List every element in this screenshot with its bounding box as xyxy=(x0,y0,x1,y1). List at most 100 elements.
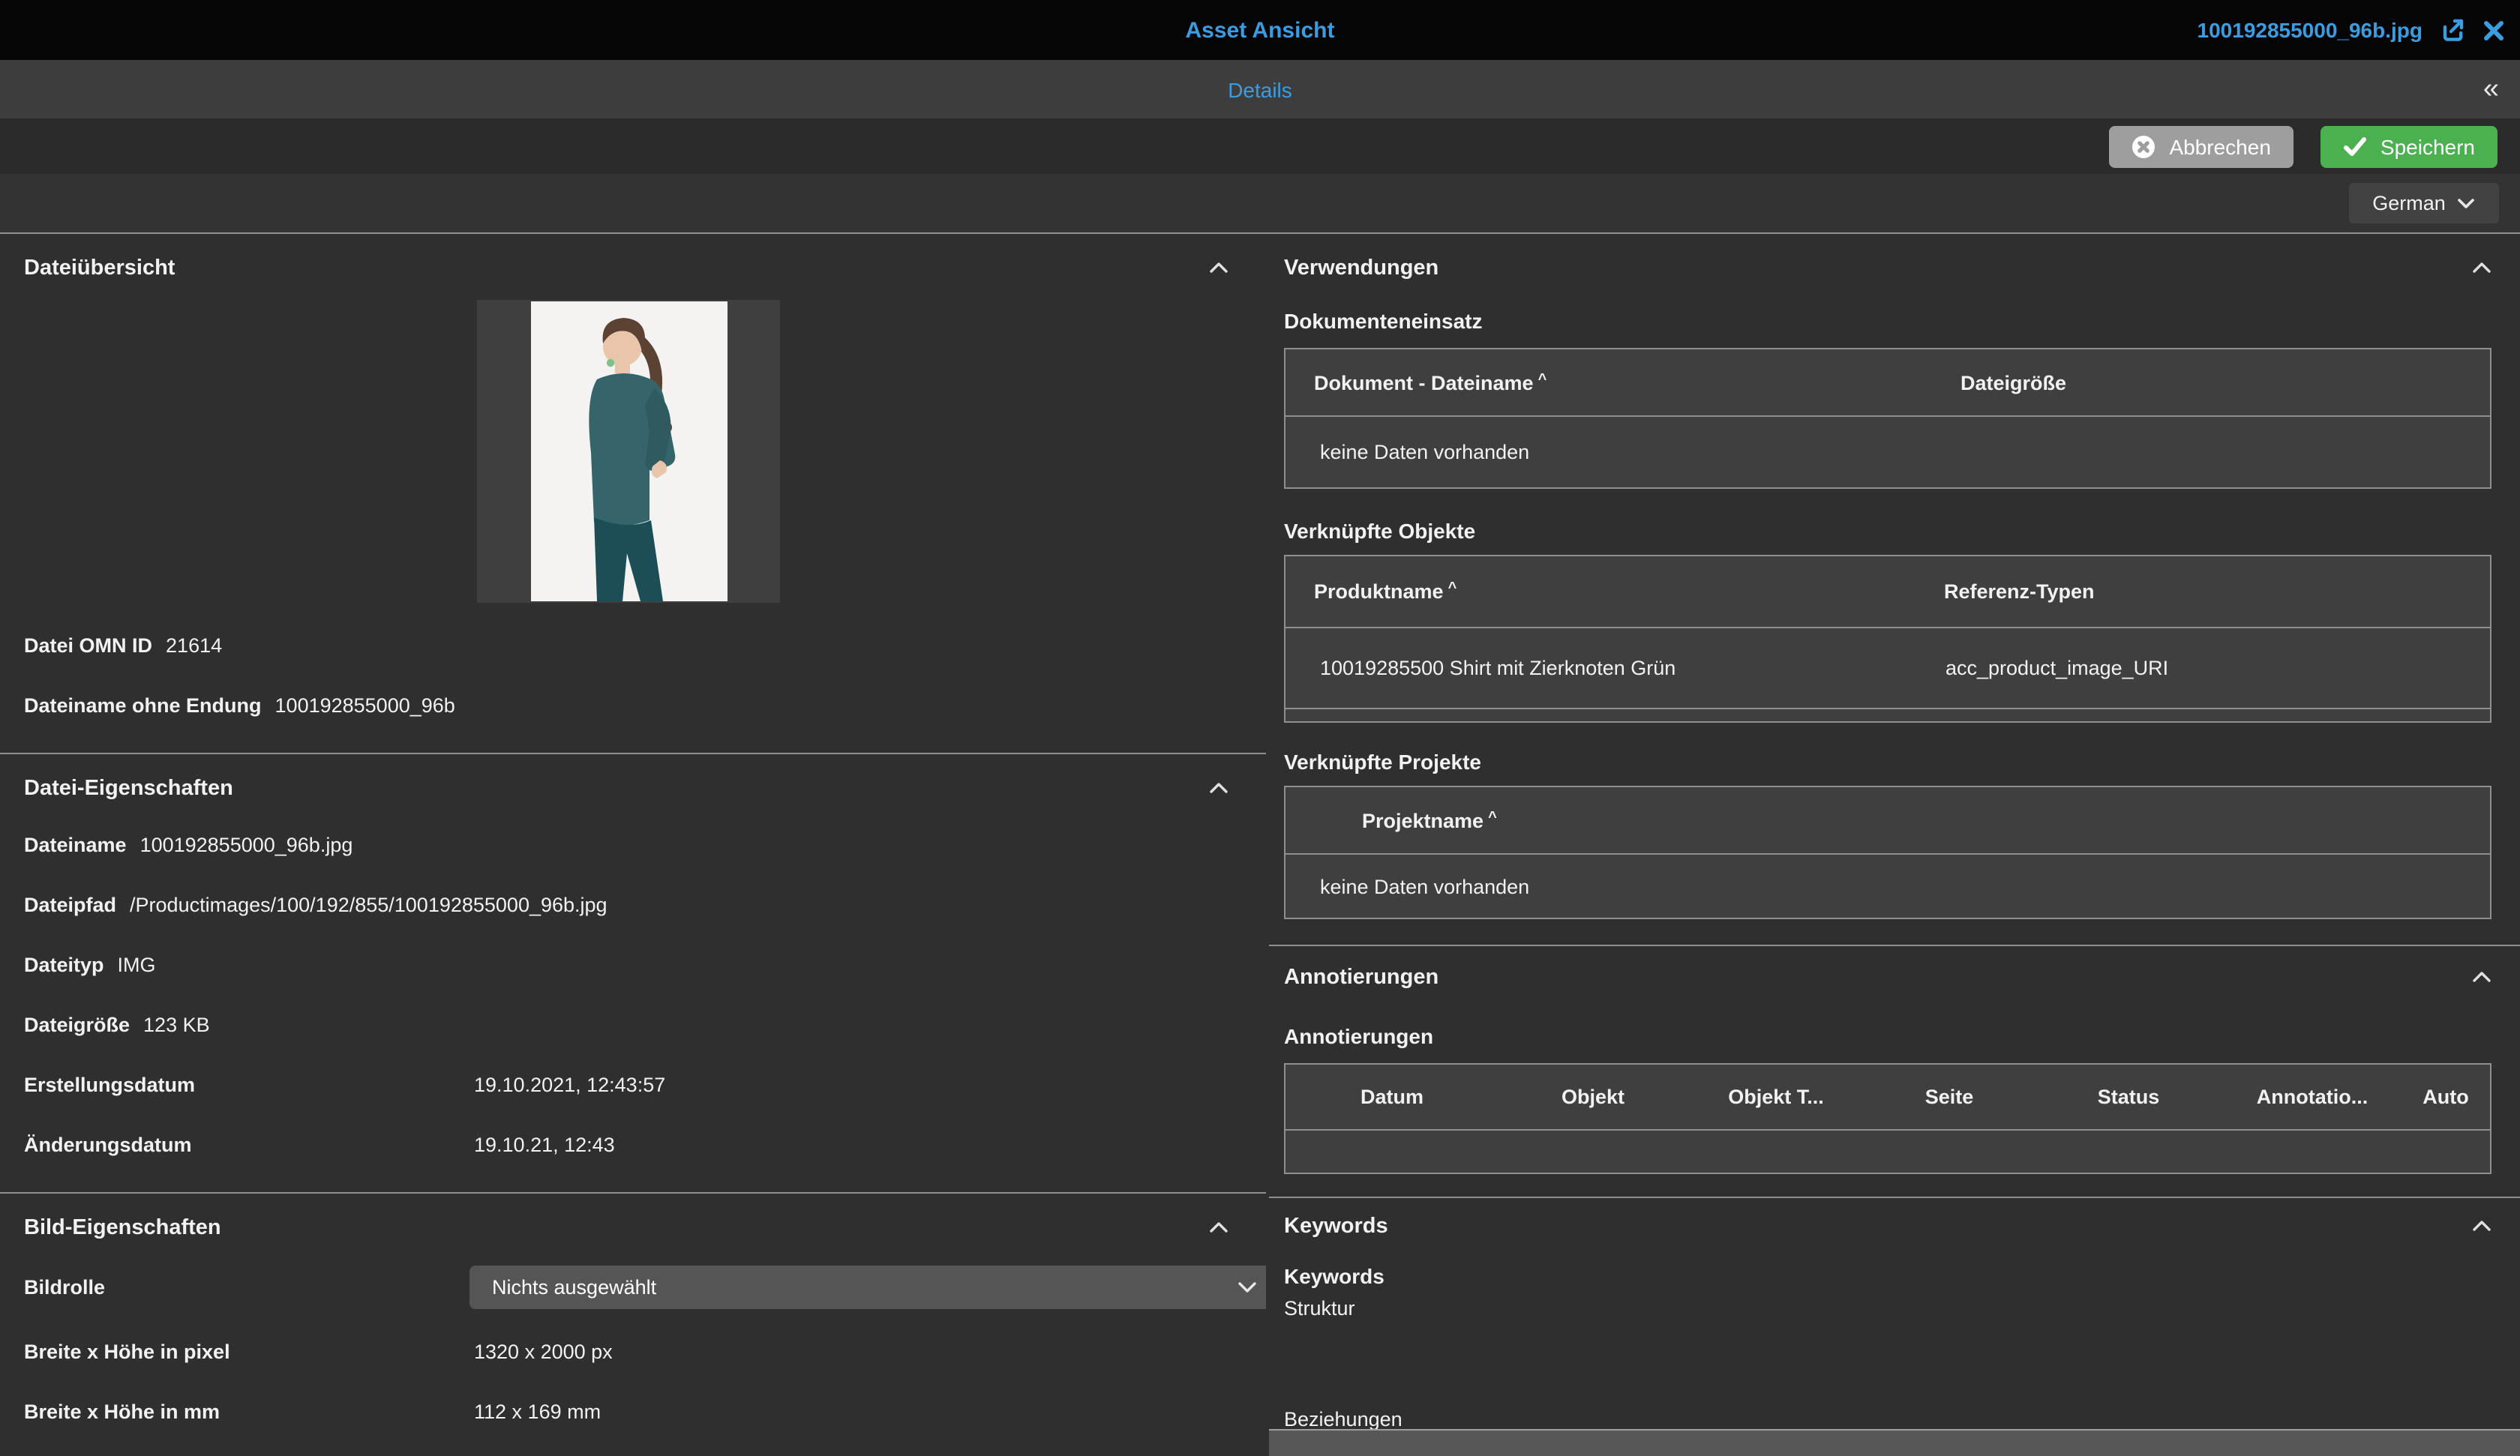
bildrolle-select[interactable]: Nichts ausgewählt xyxy=(470,1266,1266,1309)
page-title: Asset Ansicht xyxy=(1186,17,1335,43)
column-header[interactable]: Projektname^ xyxy=(1286,809,2490,831)
check-icon xyxy=(2343,136,2367,157)
content-area: Dateiübersicht xyxy=(0,232,2520,1456)
section-verwendungen: Verwendungen Dokumenteneinsatz Dokument … xyxy=(1269,234,2520,945)
table-header-row: Produktname^ Referenz-Typen xyxy=(1286,556,2490,628)
product-name-cell: 10019285500 Shirt mit Zierknoten Grün xyxy=(1286,657,1920,679)
prop-label: Bildrolle xyxy=(24,1276,105,1299)
prop-label: Breite x Höhe in mm xyxy=(24,1401,220,1423)
section-keywords: Keywords Keywords Struktur Beziehungen xyxy=(1269,1197,2520,1456)
reference-type-cell: acc_product_image_URI xyxy=(1920,657,2490,679)
column-header[interactable]: Produktname^ xyxy=(1286,580,1920,603)
horizontal-scrollbar-track[interactable] xyxy=(1286,708,2490,721)
title-bar: Asset Ansicht 100192855000_96b.jpg xyxy=(0,0,2520,60)
save-button[interactable]: Speichern xyxy=(2320,125,2498,167)
close-icon[interactable] xyxy=(2482,19,2505,41)
column-header[interactable]: Dokument - Dateiname^ xyxy=(1286,371,1936,394)
bildrolle-select-value: Nichts ausgewählt xyxy=(492,1268,1238,1307)
language-bar: German xyxy=(0,174,2520,232)
collapse-section-icon[interactable] xyxy=(1209,255,1228,282)
prop-value: 1320 x 2000 px xyxy=(474,1333,613,1372)
chevron-down-icon xyxy=(2458,197,2476,209)
left-panel: Dateiübersicht xyxy=(0,234,1266,1456)
table-empty-row: keine Daten vorhanden xyxy=(1286,855,2490,918)
prop-label: Dateiname ohne Endung xyxy=(24,694,262,717)
prop-value: 300 xyxy=(474,1453,508,1456)
bottom-strip xyxy=(1269,1429,2520,1456)
cancel-button[interactable]: Abbrechen xyxy=(2109,125,2293,167)
prop-row: Erstellungsdatum19.10.2021, 12:43:57 xyxy=(24,1066,1242,1105)
column-header[interactable]: Referenz-Typen xyxy=(1920,580,2490,603)
dokumenteneinsatz-table: Dokument - Dateiname^ Dateigröße keine D… xyxy=(1284,348,2492,489)
verknuepfte-projekte-table: Projektname^ keine Daten vorhanden xyxy=(1284,786,2492,919)
prop-row: Dateityp IMG xyxy=(24,946,1242,985)
asset-filename: 100192855000_96b.jpg xyxy=(2198,18,2422,42)
section-title-keywords: Keywords xyxy=(1284,1210,1388,1243)
prop-row: Breite x Höhe in pixel 1320 x 2000 px xyxy=(24,1333,1242,1372)
column-header[interactable]: Auto xyxy=(2402,1086,2490,1108)
prop-label: Änderungsdatum xyxy=(24,1134,192,1156)
language-select-value: German xyxy=(2372,192,2446,214)
table-row[interactable]: 10019285500 Shirt mit Zierknoten Grün ac… xyxy=(1286,628,2490,708)
tab-bar: Details « xyxy=(0,60,2520,118)
sort-asc-icon: ^ xyxy=(1538,371,1547,388)
sort-asc-icon: ^ xyxy=(1488,809,1497,825)
prop-value: 112 x 169 mm xyxy=(474,1393,601,1432)
prop-label: Dateityp xyxy=(24,954,104,976)
prop-row: Dateiname 100192855000_96b.jpg xyxy=(24,826,1242,865)
prop-label: Datei OMN ID xyxy=(24,634,152,657)
prop-value: 123 KB xyxy=(143,1014,210,1036)
prop-value: 100192855000_96b.jpg xyxy=(140,834,353,856)
annotierungen-table: Datum Objekt Objekt T... Seite Status An… xyxy=(1284,1063,2492,1174)
column-header[interactable]: Status xyxy=(2034,1086,2223,1108)
action-toolbar: Abbrechen Speichern xyxy=(0,118,2520,174)
prop-value: 19.10.21, 12:43 xyxy=(474,1126,615,1165)
subsection-title-annotierungen: Annotierungen xyxy=(1284,1021,2492,1051)
column-header[interactable]: Seite xyxy=(1864,1086,2034,1108)
column-header[interactable]: Annotatio... xyxy=(2223,1086,2402,1108)
prop-label: Dateiname xyxy=(24,834,127,856)
right-panel: Verwendungen Dokumenteneinsatz Dokument … xyxy=(1269,234,2520,1456)
prop-row: Änderungsdatum 19.10.21, 12:43 xyxy=(24,1126,1242,1165)
prop-label: Dateipfad xyxy=(24,894,116,916)
asset-thumbnail[interactable] xyxy=(477,300,780,603)
empty-message: keine Daten vorhanden xyxy=(1286,441,1936,463)
collapse-section-icon[interactable] xyxy=(2472,1213,2492,1240)
prop-value: /Productimages/100/192/855/100192855000_… xyxy=(130,894,608,916)
chevron-down-icon xyxy=(1238,1281,1257,1294)
cancel-button-label: Abbrechen xyxy=(2169,134,2270,158)
column-header[interactable]: Dateigröße xyxy=(1936,371,2490,394)
column-header[interactable]: Datum xyxy=(1286,1086,1498,1108)
prop-row: Breite x Höhe in mm 112 x 169 mm xyxy=(24,1393,1242,1432)
collapse-section-icon[interactable] xyxy=(1209,1215,1228,1242)
table-header-row: Projektname^ xyxy=(1286,787,2490,855)
table-empty-row xyxy=(1286,1131,2490,1173)
collapse-section-icon[interactable] xyxy=(2472,964,2492,991)
empty-message: keine Daten vorhanden xyxy=(1286,875,2490,897)
prop-value: 100192855000_96b xyxy=(275,694,455,717)
collapse-section-icon[interactable] xyxy=(1209,775,1228,802)
column-header[interactable]: Objekt T... xyxy=(1688,1086,1864,1108)
tab-details[interactable]: Details xyxy=(1228,77,1292,101)
share-icon[interactable] xyxy=(2439,16,2466,43)
prop-row: Datei OMN ID21614 xyxy=(24,627,1242,666)
collapse-section-icon[interactable] xyxy=(2472,255,2492,282)
prop-label: Breite x Höhe in pixel xyxy=(24,1341,230,1363)
prop-row: Dateigröße 123 KB xyxy=(24,1006,1242,1045)
prop-label: Erstellungsdatum xyxy=(24,1074,195,1096)
table-empty-row: keine Daten vorhanden xyxy=(1286,417,2490,487)
cancel-circle-x-icon xyxy=(2132,134,2156,158)
column-header[interactable]: Objekt xyxy=(1498,1086,1688,1108)
subsection-title-keywords: Keywords xyxy=(1284,1261,2492,1291)
section-title-file-overview: Dateiübersicht xyxy=(24,252,175,285)
section-file-properties: Datei-Eigenschaften Dateiname10019285500… xyxy=(0,753,1266,1192)
subsection-title-dokumenteneinsatz: Dokumenteneinsatz xyxy=(1284,306,2492,336)
prop-label: Dateigröße xyxy=(24,1014,130,1036)
table-header-row: Dokument - Dateiname^ Dateigröße xyxy=(1286,349,2490,417)
prop-value: IMG xyxy=(118,954,156,976)
collapse-panel-icon[interactable]: « xyxy=(2483,75,2499,103)
section-title-annotierungen: Annotierungen xyxy=(1284,961,1438,994)
prop-row: Dateipfad/Productimages/100/192/855/1001… xyxy=(24,886,1242,925)
section-title-verwendungen: Verwendungen xyxy=(1284,252,1438,285)
language-select[interactable]: German xyxy=(2349,183,2499,223)
